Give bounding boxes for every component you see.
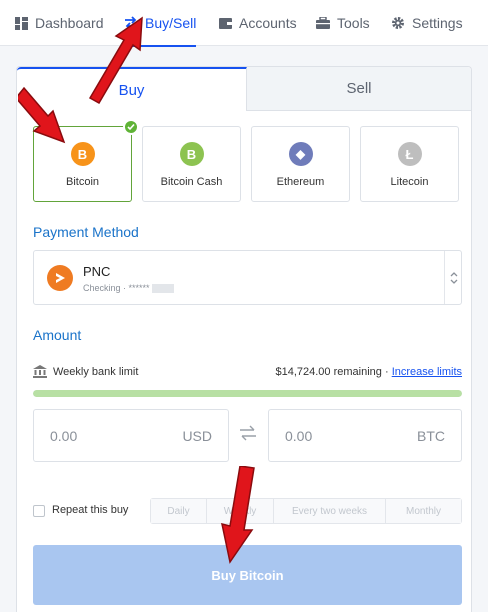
briefcase-icon [316,16,330,30]
btc-amount-input[interactable]: 0.00 BTC [268,409,462,462]
buy-bitcoin-button[interactable]: Buy Bitcoin [33,545,462,605]
swap-currency-icon[interactable] [239,424,257,442]
weekly-limit-info: $14,724.00 remaining · Increase limits [275,366,462,378]
coin-label: Litecoin [390,176,429,188]
tab-buy[interactable]: Buy [17,67,247,111]
coin-label: Ethereum [276,176,325,188]
pnc-logo-icon [47,265,73,291]
payment-method-title: Payment Method [33,224,139,240]
limit-remaining: $14,724.00 remaining [275,366,382,378]
coin-label: Bitcoin Cash [160,176,223,188]
top-navigation: Dashboard Buy/Sell Accounts Tools Settin… [0,0,488,47]
limit-progress-bar [33,390,462,397]
bitcoin-cash-icon: B [179,142,204,166]
usd-amount-input[interactable]: 0.00 USD [33,409,229,462]
litecoin-icon: Ł [397,142,422,166]
nav-buy-sell-label: Buy/Sell [145,15,197,31]
nav-settings-label: Settings [412,15,463,31]
bank-icon [33,365,47,381]
coin-option-litecoin[interactable]: Ł Litecoin [360,126,459,202]
nav-accounts-label: Accounts [239,15,297,31]
usd-amount-value: 0.00 [50,428,78,444]
coin-option-bitcoin[interactable]: B Bitcoin [33,119,139,202]
swap-arrows-icon [124,16,138,30]
coin-label: Bitcoin [65,176,100,188]
wallet-icon [218,16,232,30]
weekly-limit-label: Weekly bank limit [53,366,139,378]
buy-sell-card: Buy Sell B Bitcoin B Bitcoin Cash ◆ Ethe… [16,66,472,612]
nav-buy-sell[interactable]: Buy/Sell [124,0,197,47]
payment-method-select[interactable]: PNC Checking · ****** [33,250,462,305]
frequency-daily[interactable]: Daily [151,499,207,523]
tab-sell[interactable]: Sell [247,67,471,111]
nav-accounts[interactable]: Accounts [218,0,297,46]
nav-dashboard-label: Dashboard [35,15,104,31]
repeat-buy-checkbox[interactable] [33,505,45,517]
limit-progress-fill [33,390,462,397]
increase-limits-link[interactable]: Increase limits [392,366,462,378]
payment-bank-name: PNC [83,264,111,279]
payment-account-detail: Checking · ****** [83,283,174,294]
divider [444,251,445,304]
checkmark-icon [123,119,139,135]
coin-option-ethereum[interactable]: ◆ Ethereum [251,126,350,202]
repeat-buy-label: Repeat this buy [52,504,129,516]
btc-currency-label: BTC [417,428,445,444]
ethereum-icon: ◆ [288,142,313,166]
repeat-frequency-selector: Daily Weekly Every two weeks Monthly [150,498,462,524]
frequency-monthly[interactable]: Monthly [386,499,461,523]
gear-icon [391,16,405,30]
buy-sell-tabs: Buy Sell [17,67,471,111]
dashboard-icon [14,16,28,30]
bitcoin-icon: B [70,142,95,166]
nav-tools-label: Tools [337,15,370,31]
limit-separator: · [384,366,389,378]
amount-title: Amount [33,327,82,343]
coin-option-bitcoin-cash[interactable]: B Bitcoin Cash [142,126,241,202]
frequency-weekly[interactable]: Weekly [207,499,274,523]
nav-tools[interactable]: Tools [316,0,370,46]
select-stepper-icon[interactable] [449,269,459,287]
weekly-limit-row: Weekly bank limit $14,724.00 remaining ·… [33,365,462,379]
nav-dashboard[interactable]: Dashboard [14,0,104,46]
frequency-every-two-weeks[interactable]: Every two weeks [274,499,386,523]
nav-settings[interactable]: Settings [391,0,463,46]
btc-amount-value: 0.00 [285,428,313,444]
usd-currency-label: USD [182,428,212,444]
